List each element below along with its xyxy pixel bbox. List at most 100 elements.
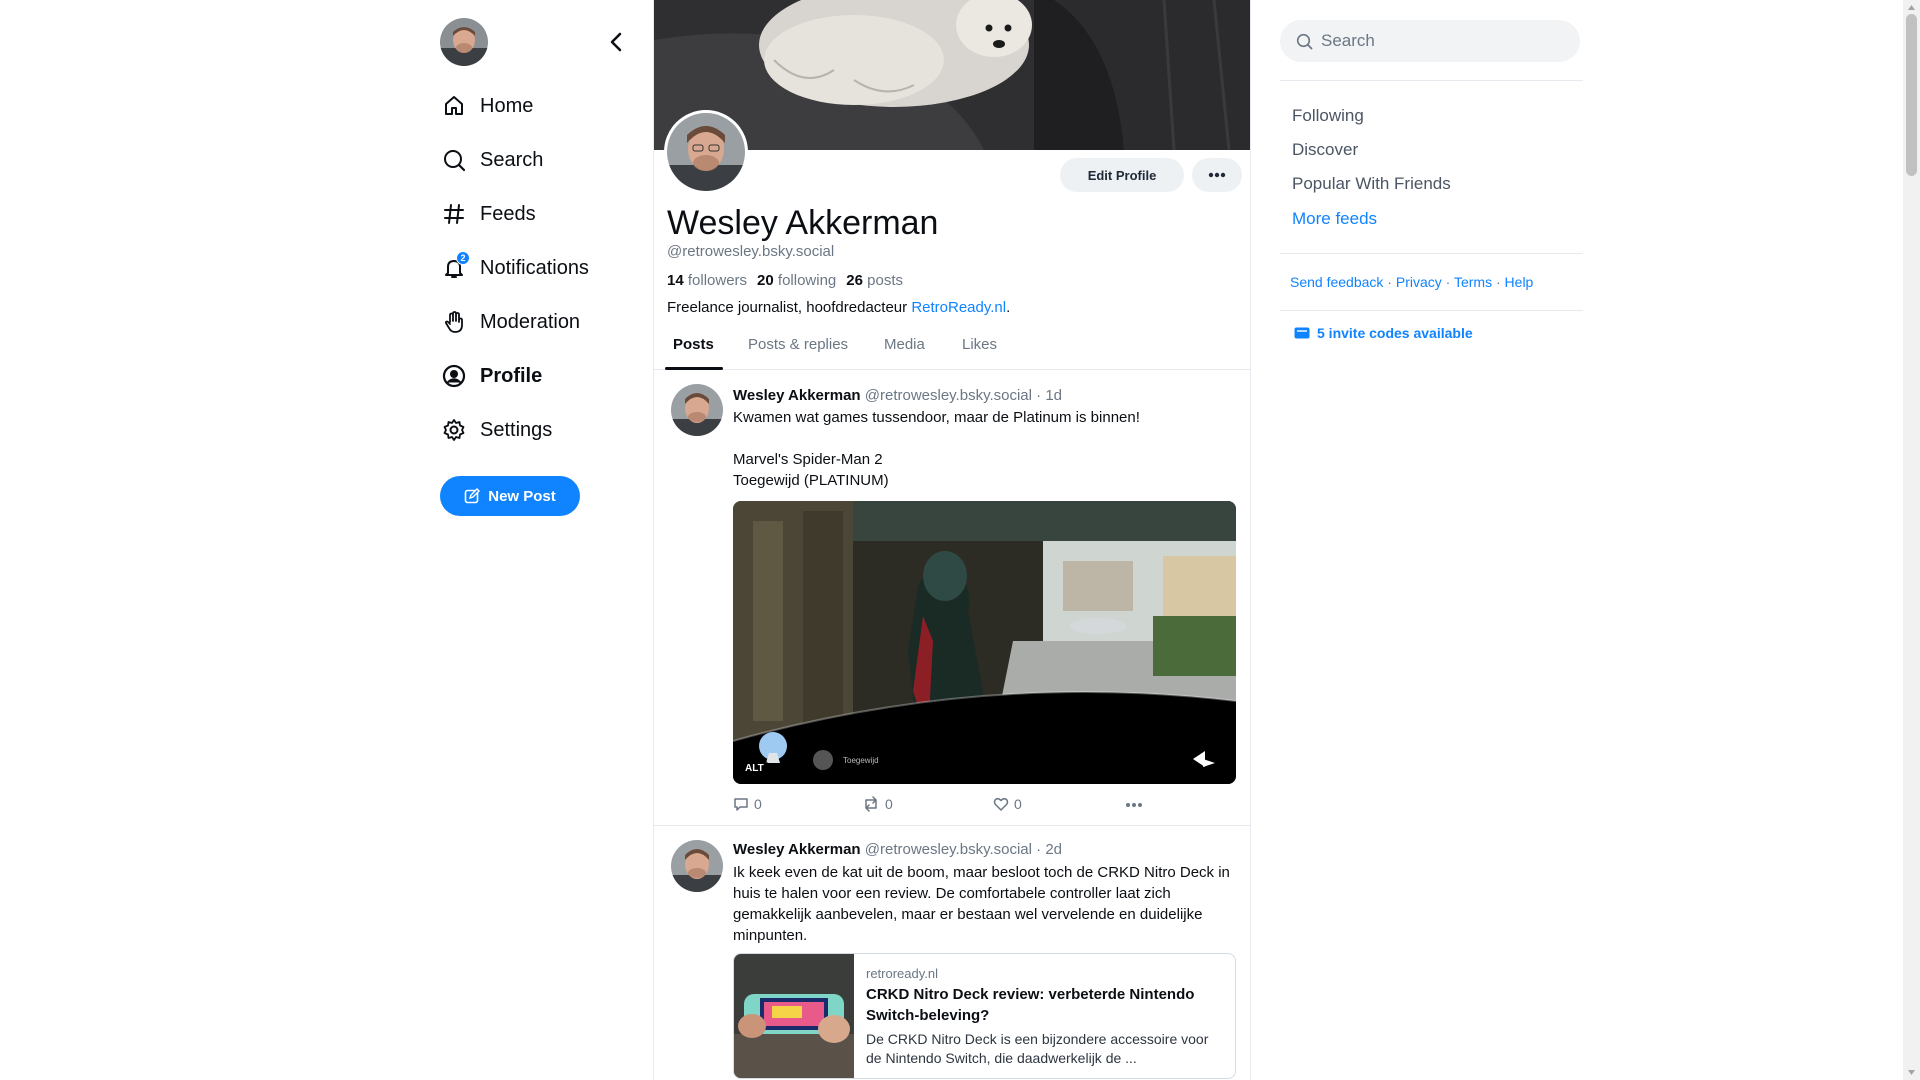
feed-post[interactable]: Wesley Akkerman @retrowesley.bsky.social… <box>654 827 1250 1080</box>
post-author-avatar[interactable] <box>671 384 723 436</box>
send-feedback-link[interactable]: Send feedback <box>1290 274 1383 290</box>
ellipsis-icon <box>1126 803 1142 807</box>
help-link[interactable]: Help <box>1505 274 1534 290</box>
reply-button[interactable]: 0 <box>733 796 762 812</box>
following-stat[interactable]: 20 following <box>757 272 836 289</box>
nav-profile[interactable]: Profile <box>440 356 640 396</box>
tab-likes[interactable]: Likes <box>962 336 997 370</box>
profile-banner[interactable] <box>654 0 1250 150</box>
nav-moderation-label: Moderation <box>480 310 581 333</box>
chevron-left-icon <box>610 32 622 52</box>
invite-codes-label: 5 invite codes available <box>1317 325 1473 341</box>
ticket-icon <box>1294 327 1310 339</box>
tab-posts[interactable]: Posts <box>673 336 714 370</box>
separator: · <box>1495 274 1501 290</box>
alt-text-badge[interactable]: ALT <box>741 761 768 776</box>
collapse-sidebar-button[interactable] <box>602 26 630 58</box>
followers-count: 14 <box>667 272 684 289</box>
user-circle-icon <box>440 362 468 390</box>
profile-avatar[interactable] <box>664 110 748 194</box>
nav-settings[interactable]: Settings <box>440 410 640 450</box>
following-label: following <box>777 272 837 289</box>
feed-popular-with-friends[interactable]: Popular With Friends <box>1292 174 1451 194</box>
tab-media[interactable]: Media <box>884 336 925 370</box>
divider <box>1280 310 1583 311</box>
scroll-down-arrow-icon[interactable] <box>1907 1068 1916 1077</box>
posts-stat: 26 posts <box>846 272 903 289</box>
post-header: Wesley Akkerman @retrowesley.bsky.social… <box>733 841 1062 858</box>
footer-links: Send feedback · Privacy · Terms · Help <box>1290 274 1533 290</box>
nav-home[interactable]: Home <box>440 86 640 126</box>
post-author-avatar[interactable] <box>671 840 723 892</box>
post-text: Ik keek even de kat uit de boom, maar be… <box>733 864 1230 944</box>
nav-feeds[interactable]: Feeds <box>440 194 640 234</box>
invite-codes-link[interactable]: 5 invite codes available <box>1294 325 1473 341</box>
followers-label: followers <box>687 272 748 289</box>
nav-feeds-label: Feeds <box>480 202 536 225</box>
nav-search-label: Search <box>480 148 544 171</box>
post-more-button[interactable] <box>1125 802 1143 808</box>
external-link-card[interactable]: retroready.nl CRKD Nitro Deck review: ve… <box>733 953 1236 1079</box>
bio-end: . <box>1006 299 1011 316</box>
repost-icon <box>865 796 877 812</box>
profile-handle: @retrowesley.bsky.social <box>667 243 835 260</box>
post-header: Wesley Akkerman @retrowesley.bsky.social… <box>733 387 1062 404</box>
bio-link[interactable]: RetroReady.nl <box>911 299 1006 316</box>
feed-following[interactable]: Following <box>1292 106 1364 126</box>
profile-more-button[interactable] <box>1192 158 1242 192</box>
post-text-line: Marvel's Spider-Man 2 <box>733 451 883 468</box>
privacy-link[interactable]: Privacy <box>1396 274 1442 290</box>
link-card-thumbnail <box>734 954 854 1078</box>
posts-label: posts <box>867 272 903 289</box>
following-count: 20 <box>757 272 774 289</box>
trophy-caption: Toegewijd <box>843 756 879 765</box>
post-author-name[interactable]: Wesley Akkerman <box>733 841 861 858</box>
feed-post[interactable]: Wesley Akkerman @retrowesley.bsky.social… <box>654 371 1250 826</box>
repost-button[interactable]: 0 <box>862 796 893 812</box>
post-author-handle[interactable]: @retrowesley.bsky.social <box>865 841 1032 858</box>
nav-notifications[interactable]: 2 Notifications <box>440 248 640 288</box>
search-input[interactable]: Search <box>1280 20 1580 62</box>
like-button[interactable]: 0 <box>993 796 1022 812</box>
home-icon <box>440 92 468 120</box>
profile-column: Edit Profile Wesley Akkerman @retrowesle… <box>653 0 1251 1080</box>
post-time[interactable]: · 1d <box>1036 387 1062 404</box>
bell-icon: 2 <box>440 251 470 282</box>
scroll-up-arrow-icon[interactable] <box>1907 3 1916 12</box>
terms-link[interactable]: Terms <box>1454 274 1492 290</box>
nav-profile-label: Profile <box>480 364 543 387</box>
hash-icon <box>440 200 468 228</box>
post-image[interactable]: Toegewijd ALT <box>733 501 1236 784</box>
nav-home-label: Home <box>480 94 534 117</box>
followers-stat[interactable]: 14 followers <box>667 272 747 289</box>
feed-discover[interactable]: Discover <box>1292 140 1358 160</box>
more-feeds-link[interactable]: More feeds <box>1292 209 1377 229</box>
post-text-line: Kwamen wat games tussendoor, maar de Pla… <box>733 409 1140 426</box>
user-avatar[interactable] <box>440 18 488 66</box>
post-author-name[interactable]: Wesley Akkerman <box>733 387 861 404</box>
post-time[interactable]: · 2d <box>1036 841 1062 858</box>
nav-moderation[interactable]: Moderation <box>440 302 640 342</box>
new-post-button[interactable]: New Post <box>440 476 580 516</box>
link-card-domain: retroready.nl <box>866 966 939 981</box>
repost-count: 0 <box>885 796 893 812</box>
separator: · <box>1387 274 1392 290</box>
link-card-title: CRKD Nitro Deck review: verbeterde Ninte… <box>866 986 1195 1024</box>
link-card-description: De CRKD Nitro Deck is een bijzondere acc… <box>866 1031 1209 1066</box>
post-author-handle[interactable]: @retrowesley.bsky.social <box>865 387 1032 404</box>
post-text-line <box>733 428 1238 449</box>
nav-notifications-label: Notifications <box>480 256 589 279</box>
scrollbar-thumb[interactable] <box>1906 14 1917 176</box>
profile-name: Wesley Akkerman <box>667 204 939 242</box>
search-placeholder: Search <box>1321 31 1375 50</box>
edit-profile-button[interactable]: Edit Profile <box>1060 158 1184 192</box>
search-icon <box>1296 33 1313 49</box>
nav-search[interactable]: Search <box>440 140 640 180</box>
separator: · <box>1445 274 1451 290</box>
heart-icon <box>993 797 1009 811</box>
reply-count: 0 <box>754 796 762 812</box>
active-tab-indicator <box>665 367 723 370</box>
reply-icon <box>734 798 748 811</box>
tab-posts-replies[interactable]: Posts & replies <box>748 336 848 370</box>
nav-settings-label: Settings <box>480 418 553 441</box>
